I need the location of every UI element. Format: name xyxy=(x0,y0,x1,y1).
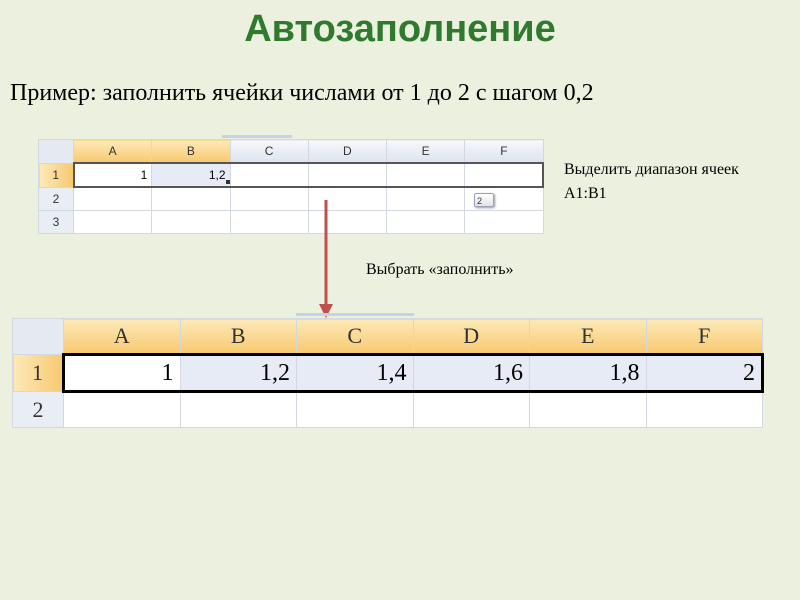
column-header-d[interactable]: D xyxy=(307,139,388,164)
column-header-e[interactable]: E xyxy=(385,139,466,164)
table-row: 1 1 1,2 xyxy=(38,162,545,188)
column-header-c[interactable]: C xyxy=(229,139,309,164)
column-header-e[interactable]: E xyxy=(529,318,647,355)
autofill-badge-text: 2 xyxy=(477,196,483,206)
small-spreadsheet: A B C D E F 1 1 1,2 2 3 xyxy=(38,139,545,234)
column-header-c[interactable]: C xyxy=(296,318,414,355)
cell-c1[interactable] xyxy=(229,162,309,188)
cell-b1[interactable]: 1,2 xyxy=(151,162,231,188)
cell-f1[interactable] xyxy=(464,162,545,188)
cell-d1[interactable] xyxy=(307,162,388,188)
cell-e1[interactable] xyxy=(385,162,466,188)
cell-a3[interactable] xyxy=(72,210,153,234)
select-all-corner[interactable] xyxy=(38,139,74,164)
cell-a2[interactable] xyxy=(72,186,153,211)
select-all-corner[interactable] xyxy=(12,318,64,355)
cell-b2[interactable] xyxy=(151,186,231,211)
instruction-select-range: Выделить диапазон ячеек А1:В1 xyxy=(564,161,739,202)
cell-d1[interactable]: 1,6 xyxy=(412,353,530,393)
tab-indicator xyxy=(296,313,414,316)
big-spreadsheet: A B C D E F 1 1 1,2 1,4 1,6 1,8 2 2 xyxy=(12,318,764,428)
cell-c3[interactable] xyxy=(229,210,309,234)
cell-d2[interactable] xyxy=(412,391,530,428)
table-row: 3 xyxy=(38,210,544,234)
row-header-1[interactable]: 1 xyxy=(12,354,64,392)
instruction-choose-fill: Выбрать «заполнить» xyxy=(366,261,514,278)
cell-c2[interactable] xyxy=(229,186,309,211)
cell-a1[interactable]: 1 xyxy=(62,353,181,393)
down-arrow-icon xyxy=(319,200,333,318)
autofill-options-icon[interactable]: 2 xyxy=(474,193,494,207)
cell-a1[interactable]: 1 xyxy=(72,162,153,188)
cell-e3[interactable] xyxy=(385,210,466,234)
cell-f1[interactable]: 2 xyxy=(645,353,764,393)
row-header-1[interactable]: 1 xyxy=(38,162,74,188)
cell-b3[interactable] xyxy=(151,210,231,234)
row-header-2[interactable]: 2 xyxy=(12,391,64,428)
column-header-d[interactable]: D xyxy=(412,318,530,355)
cell-b2[interactable] xyxy=(179,391,297,428)
cell-f3[interactable] xyxy=(464,210,544,234)
column-header-f[interactable]: F xyxy=(464,139,544,164)
column-header-b[interactable]: B xyxy=(151,139,231,164)
cell-a2[interactable] xyxy=(63,391,181,428)
column-header-a[interactable]: A xyxy=(63,318,181,355)
table-row: 2 xyxy=(12,391,763,428)
row-header-2[interactable]: 2 xyxy=(38,186,74,211)
table-row: 1 1 1,2 1,4 1,6 1,8 2 xyxy=(12,353,764,393)
tab-indicator xyxy=(222,135,292,138)
slide-title: Автозаполнение xyxy=(244,8,556,50)
cell-e1[interactable]: 1,8 xyxy=(529,353,647,393)
table-row: 2 xyxy=(38,186,544,211)
column-header-a[interactable]: A xyxy=(72,139,153,164)
cell-c2[interactable] xyxy=(296,391,414,428)
cell-e2[interactable] xyxy=(385,186,466,211)
fill-handle[interactable] xyxy=(226,180,230,184)
slide-subtitle: Пример: заполнить ячейки числами от 1 до… xyxy=(10,80,594,106)
column-header-f[interactable]: F xyxy=(645,318,763,355)
cell-c1[interactable]: 1,4 xyxy=(296,353,414,393)
cell-b1[interactable]: 1,2 xyxy=(179,353,297,393)
cell-f2[interactable] xyxy=(645,391,763,428)
cell-e2[interactable] xyxy=(529,391,647,428)
column-header-b[interactable]: B xyxy=(179,318,297,355)
row-header-3[interactable]: 3 xyxy=(38,210,74,234)
